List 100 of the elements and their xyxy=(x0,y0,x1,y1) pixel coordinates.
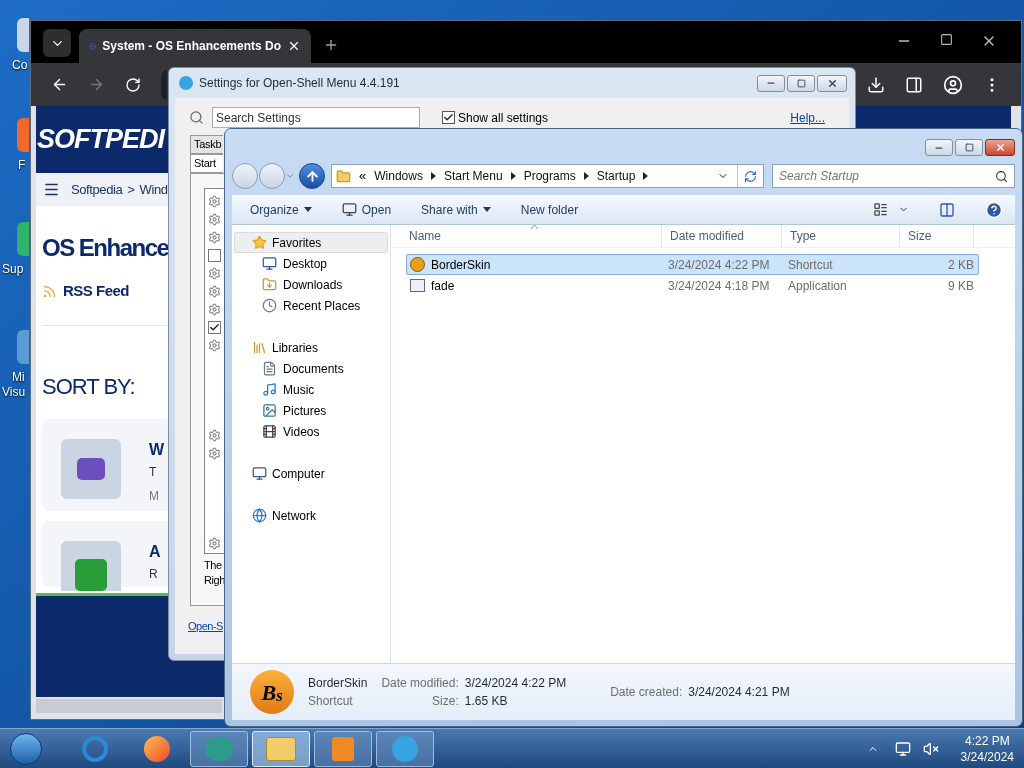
hamburger-menu-icon[interactable] xyxy=(43,181,60,198)
taskbar-openshell-icon[interactable] xyxy=(376,730,434,767)
view-options-button[interactable] xyxy=(873,202,909,217)
window-title: Settings for Open-Shell Menu 4.4.191 xyxy=(199,75,400,92)
nav-item[interactable]: Recent Places xyxy=(232,295,390,316)
nav-item[interactable]: Videos xyxy=(232,421,390,442)
browser-tab[interactable]: System - OS Enhancements Do xyxy=(79,29,311,63)
close-icon xyxy=(826,77,838,89)
settings-tab[interactable]: Taskb xyxy=(190,135,223,154)
breadcrumb-arrow-icon[interactable] xyxy=(430,172,436,180)
nav-group[interactable]: Network xyxy=(234,505,388,526)
file-logo: B$_{s}$ xyxy=(250,670,294,714)
breadcrumb-item[interactable]: Programs xyxy=(523,167,576,185)
reload-icon[interactable] xyxy=(125,76,141,93)
toolbar-button[interactable]: Organize xyxy=(250,200,312,219)
nav-item[interactable]: Documents xyxy=(232,358,390,379)
help-link[interactable]: Help... xyxy=(790,108,825,127)
taskbar-media-icon[interactable] xyxy=(314,730,372,767)
search-field[interactable]: Search Startup xyxy=(772,164,1015,188)
forward-icon[interactable] xyxy=(88,76,105,93)
breadcrumb-item[interactable]: Windows xyxy=(374,167,423,185)
monitor-icon xyxy=(262,256,277,271)
footer-link[interactable]: Open-S xyxy=(188,618,223,635)
file-row[interactable]: fade 3/24/2024 4:18 PM Application 9 KB xyxy=(406,275,979,296)
preview-pane-icon[interactable] xyxy=(939,201,955,218)
download-icon[interactable] xyxy=(867,75,885,94)
setting-icon xyxy=(208,284,221,298)
clock[interactable]: 4:22 PM 3/24/2024 xyxy=(960,732,1014,765)
column-header[interactable]: Type xyxy=(782,225,900,247)
books-icon xyxy=(252,340,267,355)
desktop-icon-label: Sup xyxy=(2,262,24,277)
option-checkbox[interactable] xyxy=(208,320,221,334)
checkbox[interactable] xyxy=(442,111,455,124)
desktop-shortcut-icon[interactable] xyxy=(17,18,29,52)
help-icon[interactable] xyxy=(985,200,1003,219)
app-title[interactable]: W xyxy=(149,438,165,461)
maximize-icon[interactable] xyxy=(940,33,953,46)
description-text: The xyxy=(204,558,223,573)
maximize-button[interactable] xyxy=(787,74,815,92)
nav-group[interactable]: Libraries xyxy=(234,337,388,358)
app-card[interactable]: W T M xyxy=(42,418,168,511)
desktop-icon-label: Visu xyxy=(2,385,26,400)
document-icon xyxy=(262,361,277,376)
toolbar-button[interactable]: Open xyxy=(341,200,392,219)
setting-icon xyxy=(208,230,221,244)
app-meta: M xyxy=(149,487,160,505)
file-row[interactable]: BorderSkin 3/24/2024 4:22 PM Shortcut 2 KB xyxy=(406,254,979,275)
breadcrumb-item[interactable]: Startup xyxy=(596,167,636,185)
toolbar-button[interactable]: New folder xyxy=(520,200,579,219)
network-icon[interactable] xyxy=(894,740,911,757)
breadcrumb-arrow-icon[interactable] xyxy=(643,172,649,180)
app-logo-icon xyxy=(179,76,193,90)
minimize-button[interactable] xyxy=(925,139,953,156)
start-button[interactable] xyxy=(10,732,42,765)
taskbar-bubble-icon[interactable] xyxy=(190,730,248,767)
rss-feed-link[interactable]: RSS Feed xyxy=(63,280,130,303)
file-size: 2 KB xyxy=(947,256,975,274)
breadcrumb-item: > xyxy=(127,180,135,199)
file-type: Shortcut xyxy=(788,256,834,274)
folder-icon xyxy=(336,168,351,184)
column-header[interactable]: Name xyxy=(401,225,662,247)
app-title[interactable]: A xyxy=(149,540,161,563)
nav-item[interactable]: Pictures xyxy=(232,400,390,421)
nav-group[interactable]: Favorites xyxy=(234,232,388,253)
close-button[interactable] xyxy=(985,139,1015,156)
nav-item[interactable]: Desktop xyxy=(232,253,390,274)
breadcrumb-arrow-icon[interactable] xyxy=(510,172,516,180)
taskbar-explorer-icon[interactable] xyxy=(252,730,310,767)
shortcut-file-icon xyxy=(410,257,425,272)
breadcrumb-overflow[interactable]: « xyxy=(359,166,367,186)
file-size: 9 KB xyxy=(947,277,975,295)
nav-item[interactable]: Music xyxy=(232,379,390,400)
setting-icon xyxy=(208,212,221,226)
column-header[interactable]: Date modified xyxy=(662,225,782,247)
up-button[interactable] xyxy=(299,163,325,189)
globe-icon xyxy=(252,508,267,523)
volume-muted-icon[interactable] xyxy=(922,740,939,757)
breadcrumb-arrow-icon[interactable] xyxy=(583,172,589,180)
breadcrumb-item[interactable]: Wind xyxy=(139,179,168,200)
minimize-button[interactable] xyxy=(757,74,785,92)
detail-value: 1.65 KB xyxy=(464,693,509,710)
tab-close-icon[interactable] xyxy=(287,39,301,53)
nav-item[interactable]: Downloads xyxy=(232,274,390,295)
application-file-icon xyxy=(410,279,425,292)
profile-icon[interactable] xyxy=(943,74,963,95)
column-header[interactable]: Size xyxy=(900,225,974,247)
option-checkbox[interactable] xyxy=(208,248,221,262)
new-tab-icon[interactable] xyxy=(323,37,339,53)
toolbar-button[interactable]: Share with xyxy=(421,200,491,219)
tab-list-button[interactable] xyxy=(43,29,71,57)
breadcrumb-item[interactable]: Softpedia xyxy=(71,179,123,200)
settings-tab[interactable]: Start xyxy=(190,154,223,173)
nav-group[interactable]: Computer xyxy=(234,463,388,484)
close-button[interactable] xyxy=(817,74,847,92)
back-icon[interactable] xyxy=(51,76,68,93)
breadcrumb-item[interactable]: Start Menu xyxy=(443,167,503,185)
maximize-button[interactable] xyxy=(955,139,983,156)
search-field[interactable]: Search Settings xyxy=(212,107,420,128)
address-bar[interactable]: « Windows Start Menu Programs Startup xyxy=(331,164,764,188)
side-panel-icon[interactable] xyxy=(905,75,923,94)
